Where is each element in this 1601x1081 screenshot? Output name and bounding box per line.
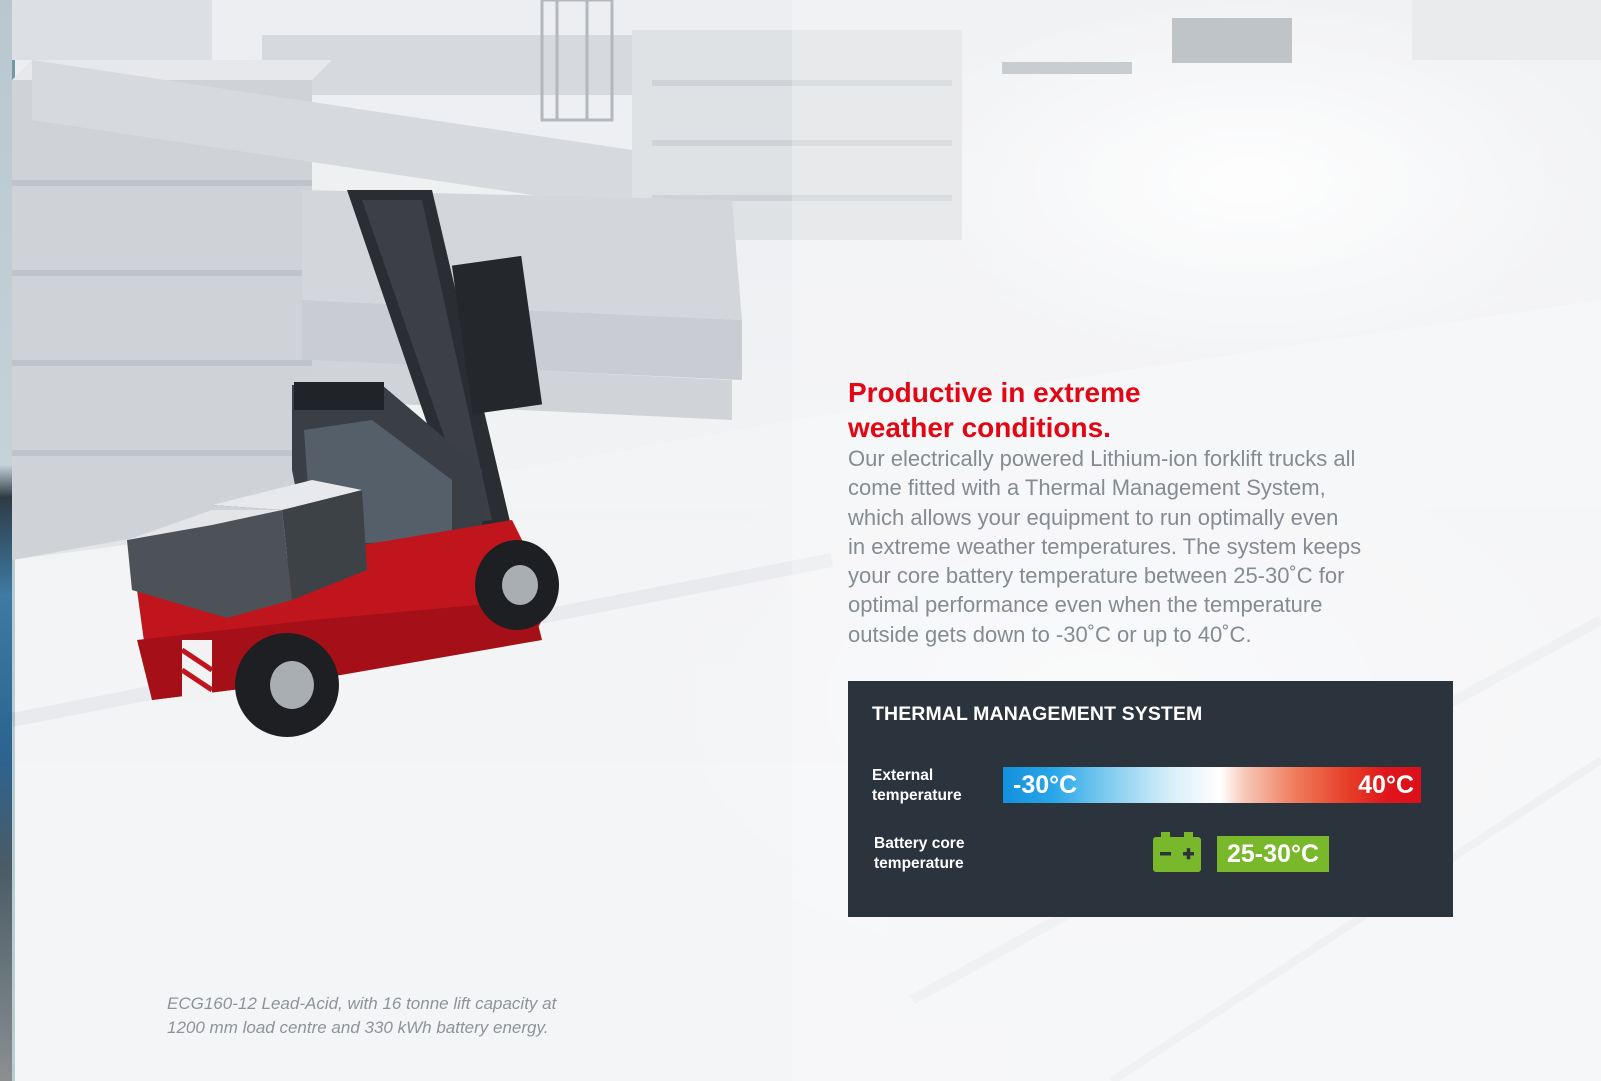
headline-line: weather conditions. (848, 412, 1111, 443)
temperature-max: 40°C (1358, 771, 1414, 799)
panel-title: THERMAL MANAGEMENT SYSTEM (872, 703, 1203, 725)
body-line: outside gets down to -30˚C or up to 40˚C… (848, 621, 1252, 647)
headline-line: Productive in extreme (848, 377, 1141, 408)
thermal-management-panel: THERMAL MANAGEMENT SYSTEM External tempe… (848, 681, 1453, 917)
temperature-min: -30°C (1013, 771, 1078, 799)
body-line: your core battery temperature between 25… (848, 563, 1345, 589)
temperature-gradient-bar: -30°C 40°C (1003, 767, 1421, 803)
battery-core-temperature-label: Battery core temperature (874, 835, 965, 872)
photo-caption: ECG160-12 Lead-Acid, with 16 tonne lift … (167, 992, 627, 1040)
body-line: come fitted with a Thermal Management Sy… (848, 475, 1326, 501)
body-line: Our electrically powered Lithium-ion for… (848, 446, 1356, 471)
body-line: in extreme weather temperatures. The sys… (848, 533, 1362, 559)
body-line: optimal performance even when the temper… (848, 592, 1323, 618)
page-edge-strip (0, 0, 15, 1081)
body-line: which allows your equipment to run optim… (848, 504, 1339, 530)
body-paragraph: Our electrically powered Lithium-ion for… (848, 444, 1408, 649)
caption-line: ECG160-12 Lead-Acid, with 16 tonne lift … (167, 994, 557, 1013)
caption-line: 1200 mm load centre and 330 kWh battery … (167, 1018, 549, 1037)
battery-icon (1153, 832, 1201, 872)
headline: Productive in extreme weather conditions… (848, 375, 1308, 445)
external-temperature-label: External temperature (872, 767, 962, 804)
battery-temperature-range: 25-30°C (1217, 836, 1329, 872)
